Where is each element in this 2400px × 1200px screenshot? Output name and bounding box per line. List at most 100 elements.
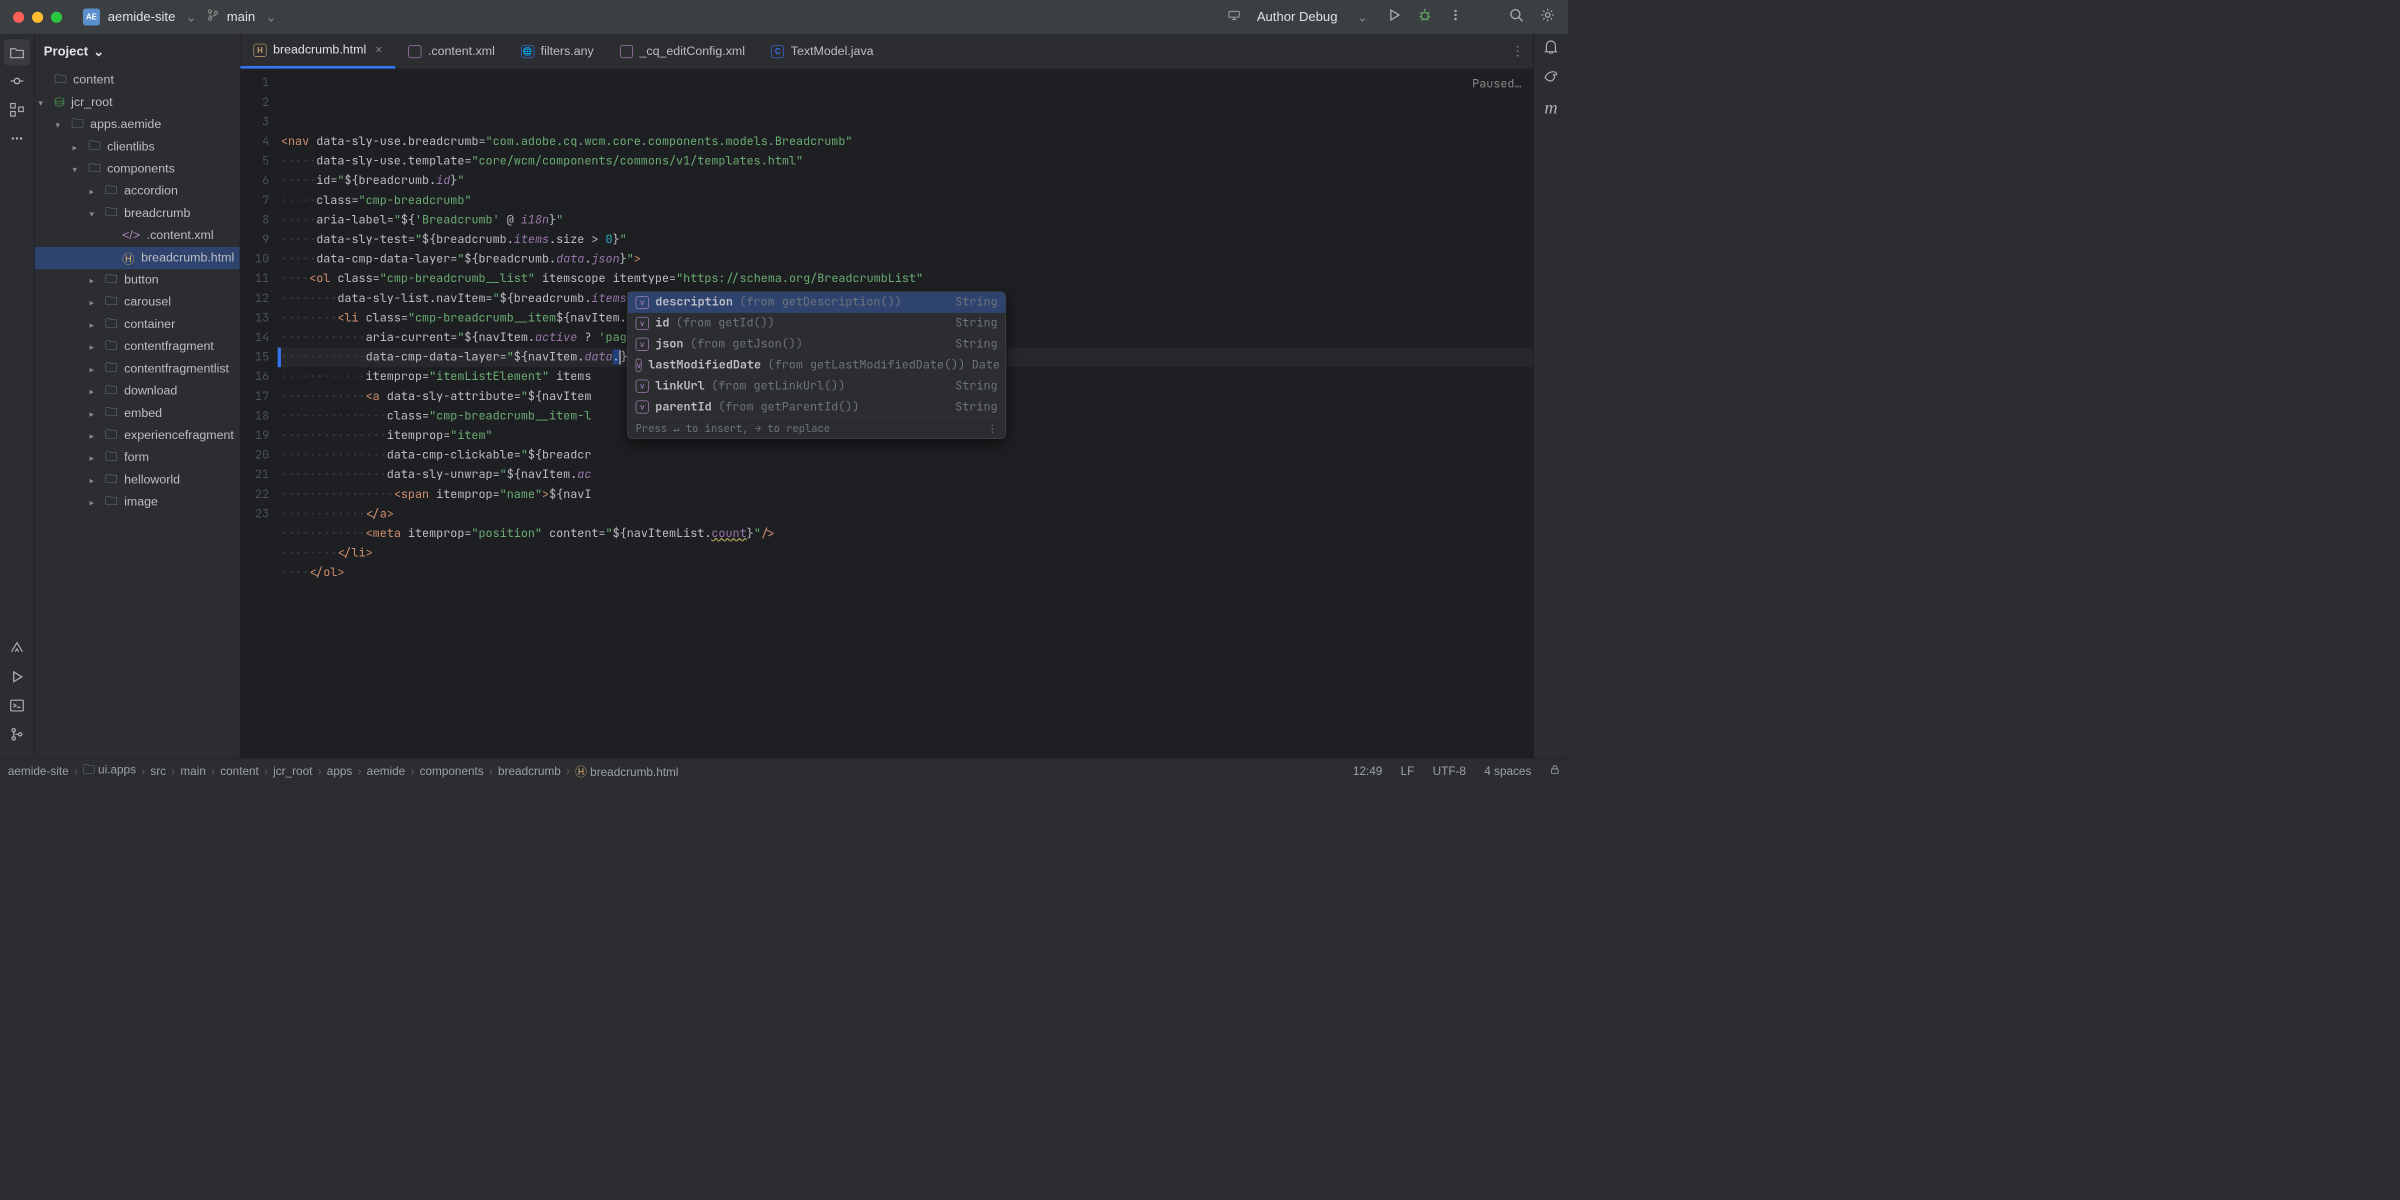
run-tool-button[interactable] [4, 664, 30, 690]
tree-arrow[interactable]: ▸ [90, 297, 102, 308]
commit-tool-button[interactable] [4, 68, 30, 94]
tree-row[interactable]: ▸🗀button [35, 269, 240, 291]
more-menu-icon[interactable] [1449, 8, 1462, 25]
debug-button[interactable] [1418, 8, 1432, 26]
editor-tab[interactable]: CTextModel.java [758, 34, 887, 69]
run-button[interactable] [1388, 8, 1401, 25]
completion-popup[interactable]: vdescription (from getDescription())Stri… [627, 291, 1006, 439]
tree-arrow[interactable]: ▾ [90, 208, 102, 219]
more-icon[interactable]: ⋮ [987, 418, 997, 438]
chevron-down-icon[interactable]: ⌄ [266, 9, 277, 25]
tree-row[interactable]: ▾🗀breadcrumb [35, 203, 240, 225]
tree-row[interactable]: ▸🗀contentfragment [35, 336, 240, 358]
project-tool-button[interactable] [4, 39, 30, 65]
breadcrumb-segment[interactable]: content [220, 764, 259, 778]
completion-item[interactable]: vlastModifiedDate (from getLastModifiedD… [628, 355, 1006, 376]
tree-row[interactable]: 🗀content [35, 69, 240, 91]
close-tab-icon[interactable]: × [375, 43, 382, 57]
terminal-tool-button[interactable] [4, 692, 30, 718]
tree-arrow[interactable]: ▸ [90, 497, 102, 508]
build-tool-button[interactable] [4, 635, 30, 661]
run-config-name[interactable]: Author Debug [1257, 9, 1338, 24]
tree-arrow[interactable]: ▸ [90, 319, 102, 330]
editor-tab[interactable]: 🌐filters.any [508, 34, 607, 69]
horizontal-scrollbar[interactable] [35, 749, 240, 758]
completion-item[interactable]: vlinkUrl (from getLinkUrl())String [628, 376, 1006, 397]
chevron-down-icon[interactable]: ⌄ [1357, 9, 1368, 25]
breadcrumb-segment[interactable]: src [150, 764, 166, 778]
breadcrumb-segment[interactable]: breadcrumb [498, 764, 561, 778]
completion-item[interactable]: vjson (from getJson())String [628, 334, 1006, 355]
tree-arrow[interactable]: ▸ [90, 386, 102, 397]
close-window-button[interactable] [13, 11, 24, 22]
tree-arrow[interactable]: ▸ [90, 341, 102, 352]
tabs-more-icon[interactable]: ⋮ [1502, 34, 1533, 69]
tree-arrow[interactable]: ▸ [90, 364, 102, 375]
maven-icon[interactable]: m [1544, 98, 1557, 119]
completion-item[interactable]: vdescription (from getDescription())Stri… [628, 292, 1006, 313]
tree-arrow[interactable]: ▸ [90, 430, 102, 441]
more-tool-button[interactable] [4, 125, 30, 151]
editor-tab[interactable]: .content.xml [395, 34, 508, 69]
maximize-window-button[interactable] [51, 11, 62, 22]
minimize-window-button[interactable] [32, 11, 43, 22]
indent-setting[interactable]: 4 spaces [1484, 764, 1531, 778]
completion-item[interactable]: vparentId (from getParentId())String [628, 397, 1006, 418]
tree-row[interactable]: ▸🗀clientlibs [35, 136, 240, 158]
tree-row[interactable]: ▸🗀helloworld [35, 469, 240, 491]
tree-row[interactable]: ▸🗀image [35, 491, 240, 513]
editor-tab[interactable]: Hbreadcrumb.html× [240, 34, 395, 69]
gradle-icon[interactable] [1543, 68, 1559, 88]
tree-row[interactable]: ▸🗀experiencefragment [35, 425, 240, 447]
tree-row[interactable]: ▸🗀carousel [35, 291, 240, 313]
file-encoding[interactable]: UTF-8 [1433, 764, 1466, 778]
breadcrumb-segment[interactable]: aemide [367, 764, 406, 778]
breadcrumb-segment[interactable]: aemide-site [8, 764, 69, 778]
vcs-tool-button[interactable] [4, 721, 30, 747]
tree-row[interactable]: ▾🗀apps.aemide [35, 114, 240, 136]
breadcrumb-segment[interactable]: apps [327, 764, 353, 778]
tree-row[interactable]: ▸🗀download [35, 380, 240, 402]
tree-row[interactable]: ▸🗀form [35, 447, 240, 469]
caret-position[interactable]: 12:49 [1353, 764, 1382, 778]
chevron-down-icon[interactable]: ⌄ [186, 9, 197, 25]
tree-row[interactable]: ▸🗀embed [35, 402, 240, 424]
breadcrumb-segment[interactable]: components [420, 764, 484, 778]
tree-row[interactable]: ▸🗀container [35, 314, 240, 336]
project-name[interactable]: aemide-site [108, 9, 176, 24]
line-separator[interactable]: LF [1401, 764, 1415, 778]
branch-name[interactable]: main [227, 9, 255, 24]
tree-row[interactable]: ▾🗀components [35, 158, 240, 180]
tree-row[interactable]: Ⓗbreadcrumb.html [35, 247, 240, 269]
completion-item[interactable]: vid (from getId())String [628, 313, 1006, 334]
tree-arrow[interactable]: ▸ [90, 475, 102, 486]
breadcrumb-segment[interactable]: jcr_root [273, 764, 312, 778]
tree-arrow[interactable]: ▸ [73, 141, 85, 152]
tree-arrow[interactable]: ▾ [73, 164, 85, 175]
tree-arrow[interactable]: ▸ [90, 186, 102, 197]
tree-arrow[interactable]: ▸ [90, 408, 102, 419]
project-tree[interactable]: 🗀content▾⛁jcr_root▾🗀apps.aemide▸🗀clientl… [35, 69, 240, 748]
breadcrumb-segment[interactable]: main [180, 764, 205, 778]
tree-row[interactable]: </>.content.xml [35, 225, 240, 247]
tree-arrow[interactable]: ▾ [56, 119, 68, 130]
tree-row[interactable]: ▸🗀accordion [35, 180, 240, 202]
tree-label: image [124, 495, 158, 509]
tree-row[interactable]: ▸🗀contentfragmentlist [35, 358, 240, 380]
notifications-icon[interactable] [1544, 39, 1558, 57]
settings-icon[interactable] [1540, 8, 1554, 26]
breadcrumb[interactable]: aemide-site›🗀 ui.apps›src›main›content›j… [8, 761, 679, 781]
editor-tab[interactable]: _cq_editConfig.xml [607, 34, 758, 69]
project-panel-header[interactable]: Project ⌄ [35, 34, 240, 69]
structure-tool-button[interactable] [4, 97, 30, 123]
breadcrumb-segment[interactable]: Ⓗ breadcrumb.html [575, 763, 678, 780]
code-editor[interactable]: Paused… <nav data-sly-use.breadcrumb="co… [281, 69, 1533, 758]
tree-arrow[interactable]: ▸ [90, 452, 102, 463]
tree-row[interactable]: ▾⛁jcr_root [35, 91, 240, 113]
search-icon[interactable] [1509, 8, 1523, 26]
readonly-lock-icon[interactable] [1550, 764, 1560, 778]
tree-arrow[interactable]: ▸ [90, 275, 102, 286]
tree-arrow[interactable]: ▾ [39, 97, 51, 108]
breadcrumb-segment[interactable]: 🗀 ui.apps [83, 761, 136, 781]
chevron-down-icon[interactable]: ⌄ [93, 43, 104, 59]
